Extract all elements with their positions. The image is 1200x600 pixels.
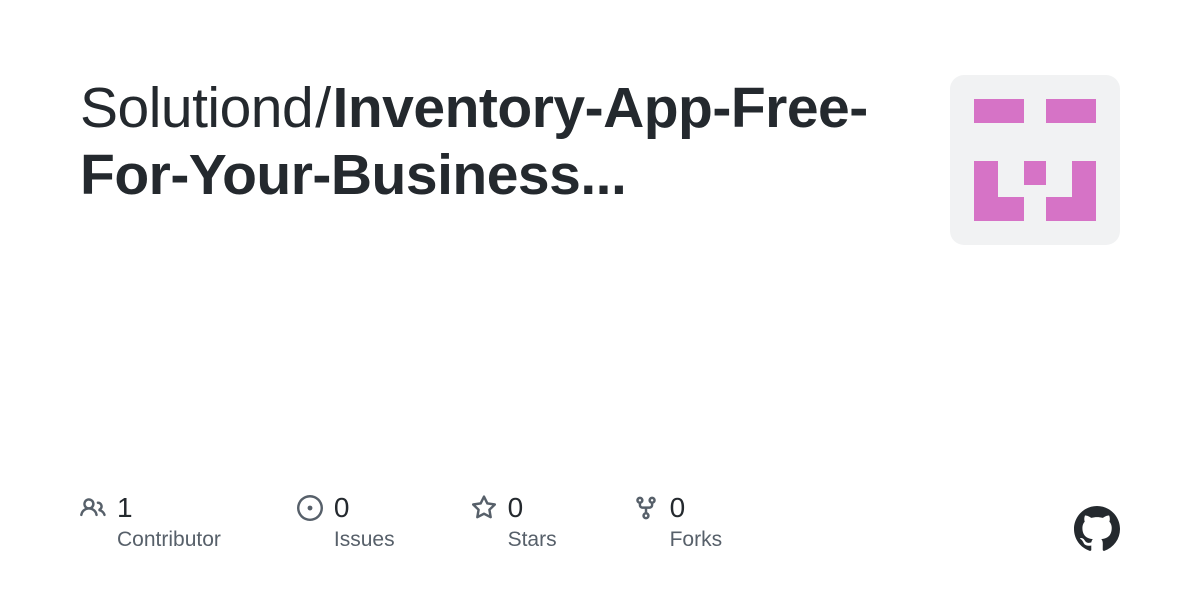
- slash-separator: /: [315, 76, 330, 140]
- stat-forks[interactable]: 0 Forks: [633, 492, 723, 552]
- repo-title[interactable]: Solutiond/Inventory-App-Free-For-Your-Bu…: [80, 75, 910, 210]
- stats-row: 1 Contributor 0 Issues 0 Stars: [80, 492, 722, 552]
- issues-count: 0: [334, 492, 350, 524]
- contributors-label: Contributor: [117, 528, 221, 552]
- stars-label: Stars: [508, 528, 557, 552]
- issue-icon: [297, 495, 323, 521]
- repo-card: Solutiond/Inventory-App-Free-For-Your-Bu…: [0, 0, 1200, 600]
- stat-issues[interactable]: 0 Issues: [297, 492, 395, 552]
- github-logo-icon[interactable]: [1074, 506, 1120, 552]
- repo-avatar[interactable]: [950, 75, 1120, 245]
- identicon-icon: [950, 75, 1120, 245]
- contributors-count: 1: [117, 492, 133, 524]
- people-icon: [80, 495, 106, 521]
- stat-stars[interactable]: 0 Stars: [471, 492, 557, 552]
- star-icon: [471, 495, 497, 521]
- forks-label: Forks: [670, 528, 723, 552]
- stars-count: 0: [508, 492, 524, 524]
- forks-count: 0: [670, 492, 686, 524]
- issues-label: Issues: [334, 528, 395, 552]
- fork-icon: [633, 495, 659, 521]
- stat-contributors[interactable]: 1 Contributor: [80, 492, 221, 552]
- repo-owner: Solutiond: [80, 76, 313, 140]
- header-row: Solutiond/Inventory-App-Free-For-Your-Bu…: [80, 75, 1120, 245]
